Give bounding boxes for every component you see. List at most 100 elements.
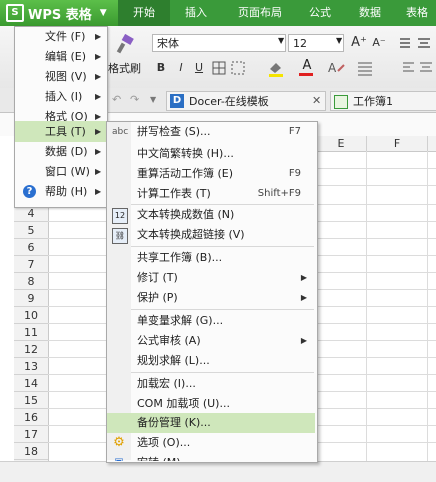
- align-left-icon[interactable]: [400, 59, 436, 77]
- app-name: WPS 表格: [28, 7, 92, 23]
- menu-item-text-to-number[interactable]: 12 文本转换成数值 (N): [107, 205, 315, 225]
- menu-item-insert[interactable]: 插入 (I) ▶: [15, 86, 106, 107]
- menu-item-label: 数据 (D): [45, 145, 88, 158]
- menu-item-label: 共享工作簿 (B)...: [137, 251, 223, 264]
- tab-insert[interactable]: 插入: [172, 0, 220, 26]
- menu-item-label: 工具 (T): [45, 125, 86, 138]
- menu-item-label: 选项 (O)...: [137, 436, 191, 449]
- menu-item-data[interactable]: 数据 (D) ▶: [15, 141, 106, 162]
- svg-text:A: A: [328, 61, 337, 75]
- spell-check-icon: abc: [112, 127, 129, 137]
- tab-formula[interactable]: 公式: [298, 0, 342, 26]
- menu-item-spell-check[interactable]: abc 拼写检查 (S)... F7: [107, 122, 315, 142]
- tab-data[interactable]: 数据: [348, 0, 392, 26]
- menu-item-label: 规划求解 (L)...: [137, 354, 210, 367]
- menu-item-revisions[interactable]: 修订 (T) ▶: [107, 268, 315, 288]
- format-brush-label[interactable]: 格式刷: [108, 60, 141, 76]
- row-header[interactable]: 14: [14, 375, 48, 392]
- fill-color-icon[interactable]: [266, 59, 290, 77]
- menu-item-formula-audit[interactable]: 公式审核 (A) ▶: [107, 331, 315, 351]
- chevron-down-icon[interactable]: ▼: [336, 36, 342, 45]
- docer-icon: D: [170, 94, 184, 108]
- font-name-select[interactable]: 宋体: [152, 34, 286, 52]
- column-header-f[interactable]: F: [367, 136, 428, 151]
- chevron-right-icon: ▶: [300, 293, 307, 302]
- forward-icon[interactable]: ↷: [130, 93, 139, 106]
- menu-item-options[interactable]: ⚙ 选项 (O)...: [107, 433, 315, 453]
- row-header[interactable]: 7: [14, 256, 48, 273]
- border-icon[interactable]: [210, 59, 250, 77]
- clear-format-icon[interactable]: A: [326, 59, 348, 77]
- row-header[interactable]: 10: [14, 307, 48, 324]
- menu-item-label: 插入 (I): [45, 90, 83, 103]
- close-icon[interactable]: ✕: [312, 94, 321, 107]
- menu-item-label: 视图 (V): [45, 70, 87, 83]
- chevron-down-icon[interactable]: ▼: [150, 95, 156, 104]
- shortcut-label: F7: [288, 126, 301, 137]
- gear-icon: ⚙: [113, 435, 125, 450]
- row-header[interactable]: 8: [14, 273, 48, 290]
- menu-item-edit[interactable]: 编辑 (E) ▶: [15, 46, 106, 67]
- menu-item-label: 中文简繁转换 (H)...: [137, 147, 234, 160]
- macro-icon: ▣: [112, 456, 126, 461]
- row-header[interactable]: 5: [14, 222, 48, 239]
- row-header[interactable]: 6: [14, 239, 48, 256]
- menu-item-backup-manager[interactable]: 备份管理 (K)...: [107, 413, 315, 433]
- row-header[interactable]: 15: [14, 392, 48, 409]
- menu-item-label: 文件 (F): [45, 30, 86, 43]
- menu-item-help[interactable]: ? 帮助 (H) ▶: [15, 181, 106, 202]
- wrap-text-icon[interactable]: [356, 59, 374, 77]
- help-icon: ?: [23, 185, 36, 198]
- align-top-icon[interactable]: [396, 34, 436, 52]
- menu-item-text-to-hyperlink[interactable]: ⛓ 文本转换成超链接 (V): [107, 225, 315, 245]
- menu-item-chinese-convert[interactable]: 中文简繁转换 (H)...: [107, 144, 315, 164]
- menu-item-share-workbook[interactable]: 共享工作簿 (B)...: [107, 248, 315, 268]
- menu-item-protect[interactable]: 保护 (P) ▶: [107, 288, 315, 308]
- italic-button[interactable]: I: [172, 59, 190, 77]
- menu-item-add-ins[interactable]: 加载宏 (I)...: [107, 374, 315, 394]
- chevron-right-icon: ▶: [95, 127, 102, 136]
- menu-item-goal-seek[interactable]: 单变量求解 (G)...: [107, 311, 315, 331]
- menu-item-calc-sheet[interactable]: 计算工作表 (T) Shift+F9: [107, 184, 315, 204]
- row-header[interactable]: 17: [14, 426, 48, 443]
- row-header[interactable]: 18: [14, 443, 48, 460]
- menu-item-label: 编辑 (E): [45, 50, 87, 63]
- grow-font-button[interactable]: A⁺: [350, 34, 368, 52]
- row-header[interactable]: 9: [14, 290, 48, 307]
- tab-start[interactable]: 开始: [118, 0, 170, 26]
- menu-item-macro[interactable]: ▣ 宏转 (M): [107, 453, 315, 461]
- shrink-font-button[interactable]: A⁻: [370, 34, 388, 52]
- tab-page-layout[interactable]: 页面布局: [226, 0, 294, 26]
- row-header[interactable]: 11: [14, 324, 48, 341]
- row-header[interactable]: 13: [14, 358, 48, 375]
- back-icon[interactable]: ↶: [112, 93, 121, 106]
- menu-item-com-add-ins[interactable]: COM 加载项 (U)...: [107, 394, 315, 414]
- chevron-down-icon[interactable]: ▼: [278, 36, 284, 45]
- menu-item-solver[interactable]: 规划求解 (L)...: [107, 351, 315, 371]
- wps-menu-button[interactable]: S WPS 表格 ▼: [0, 0, 118, 26]
- chevron-right-icon: ▶: [95, 32, 102, 41]
- menu-item-tools[interactable]: 工具 (T) ▶: [15, 121, 106, 142]
- chevron-right-icon: ▶: [95, 52, 102, 61]
- font-color-icon[interactable]: A: [296, 58, 318, 78]
- menu-item-view[interactable]: 视图 (V) ▶: [15, 66, 106, 87]
- row-header[interactable]: 12: [14, 341, 48, 358]
- menu-item-label: 计算工作表 (T): [137, 187, 211, 200]
- underline-button[interactable]: U: [190, 59, 208, 77]
- tab-table[interactable]: 表格: [398, 0, 436, 26]
- chevron-right-icon: ▶: [300, 336, 307, 345]
- menu-item-label: 窗口 (W): [45, 165, 90, 178]
- menu-item-label: 公式审核 (A): [137, 334, 201, 347]
- bold-button[interactable]: B: [152, 59, 170, 77]
- menu-item-label: COM 加载项 (U)...: [137, 397, 230, 410]
- tab-docer-templates[interactable]: Docer-在线模板: [166, 91, 326, 111]
- format-brush-icon[interactable]: [114, 33, 136, 56]
- menu-item-label: 宏转 (M): [137, 453, 181, 461]
- menu-item-window[interactable]: 窗口 (W) ▶: [15, 161, 106, 182]
- menu-separator: [131, 372, 314, 373]
- row-header[interactable]: 16: [14, 409, 48, 426]
- menu-item-label: 文本转换成超链接 (V): [137, 228, 245, 241]
- column-header-e[interactable]: E: [316, 136, 367, 151]
- menu-item-recalc-workbook[interactable]: 重算活动工作簿 (E) F9: [107, 164, 315, 184]
- menu-item-file[interactable]: 文件 (F) ▶: [15, 26, 106, 47]
